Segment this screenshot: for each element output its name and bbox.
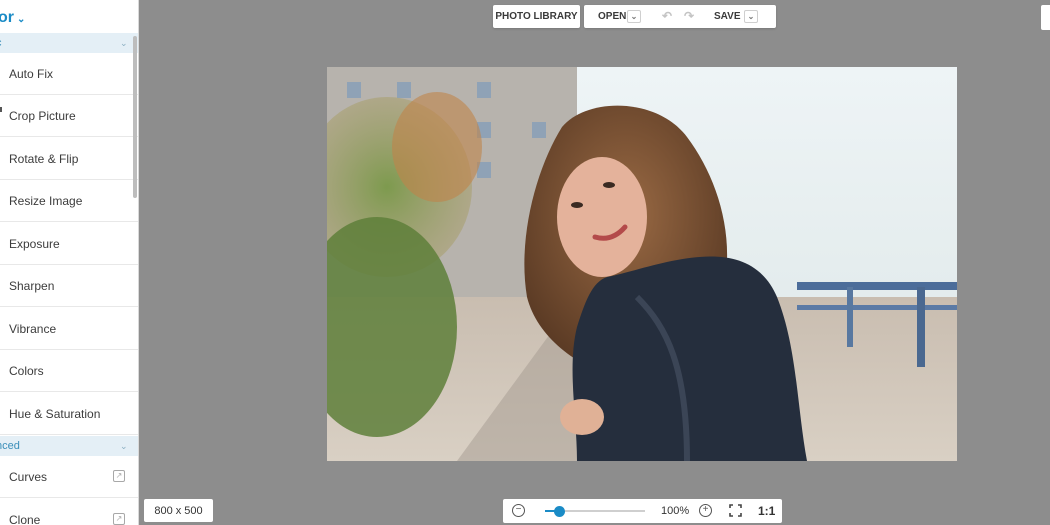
photo-image	[327, 67, 957, 461]
actual-size-button[interactable]: 1:1	[758, 504, 775, 518]
section-basic-header[interactable]: c ⌄	[0, 33, 138, 53]
edit-icon: ↗	[113, 470, 125, 482]
tool-label: Auto Fix	[9, 66, 54, 81]
section-advanced-header[interactable]: nced ⌄	[0, 436, 138, 456]
chevron-down-icon: ⌄	[17, 13, 26, 25]
zoom-in-icon[interactable]: +	[699, 504, 712, 517]
tool-curves[interactable]: Curves ↗	[0, 456, 138, 498]
tool-label: Vibrance	[9, 321, 57, 336]
tool-crop-picture[interactable]: Crop Picture	[0, 95, 138, 137]
photo-library-button[interactable]: PHOTO LIBRARY	[493, 5, 580, 28]
tool-label: Curves	[9, 469, 48, 484]
sidebar-scrollbar[interactable]	[133, 36, 137, 198]
redo-icon[interactable]: ↷	[684, 9, 694, 23]
tool-exposure[interactable]: Exposure	[0, 223, 138, 265]
image-dimensions-label: 800 x 500	[144, 499, 213, 522]
tool-sharpen[interactable]: Sharpen	[0, 265, 138, 307]
app-brand[interactable]: or ⌄	[0, 9, 25, 27]
file-actions-group: OPEN ⌄ ↶ ↷ SAVE ⌄	[584, 5, 776, 28]
tool-vibrance[interactable]: Vibrance	[0, 308, 138, 350]
tool-colors[interactable]: Colors	[0, 350, 138, 392]
tool-label: Resize Image	[9, 193, 83, 208]
zoom-level-value: 100%	[661, 505, 690, 517]
tool-rotate-flip[interactable]: Rotate & Flip	[0, 138, 138, 180]
tool-label: Crop Picture	[9, 108, 76, 123]
undo-icon[interactable]: ↶	[662, 9, 672, 23]
save-dropdown-icon[interactable]: ⌄	[744, 10, 758, 23]
tools-sidebar: or ⌄ c ⌄ Auto Fix Crop Picture Rotate & …	[0, 0, 139, 525]
tool-resize-image[interactable]: Resize Image	[0, 180, 138, 222]
tool-hue-saturation[interactable]: Hue & Saturation	[0, 393, 138, 435]
open-dropdown-icon[interactable]: ⌄	[627, 10, 641, 23]
tool-label: Hue & Saturation	[9, 406, 101, 421]
chevron-down-icon: ⌄	[120, 440, 128, 451]
tool-auto-fix[interactable]: Auto Fix	[0, 53, 138, 95]
zoom-slider-thumb[interactable]	[553, 506, 565, 517]
open-button[interactable]: OPEN	[598, 11, 626, 22]
tool-label: Sharpen	[9, 278, 55, 293]
fullscreen-icon[interactable]	[729, 504, 742, 517]
edit-icon: ↗	[113, 513, 125, 525]
section-advanced-label: nced	[0, 440, 20, 452]
divider	[0, 107, 2, 112]
tool-label: Clone	[9, 512, 41, 525]
app-brand-label: or	[0, 9, 14, 26]
panel-toggle-button[interactable]	[1041, 5, 1050, 30]
tool-label: Colors	[9, 363, 44, 378]
section-basic-label: c	[0, 37, 2, 49]
zoom-controls: − 100% + 1:1	[503, 499, 782, 523]
canvas-photo[interactable]	[327, 67, 957, 461]
chevron-down-icon: ⌄	[120, 37, 128, 48]
tool-clone[interactable]: Clone ↗	[0, 499, 138, 525]
tool-label: Rotate & Flip	[9, 151, 79, 166]
zoom-out-icon[interactable]: −	[512, 504, 525, 517]
tool-label: Exposure	[9, 236, 60, 251]
save-button[interactable]: SAVE	[714, 11, 741, 22]
